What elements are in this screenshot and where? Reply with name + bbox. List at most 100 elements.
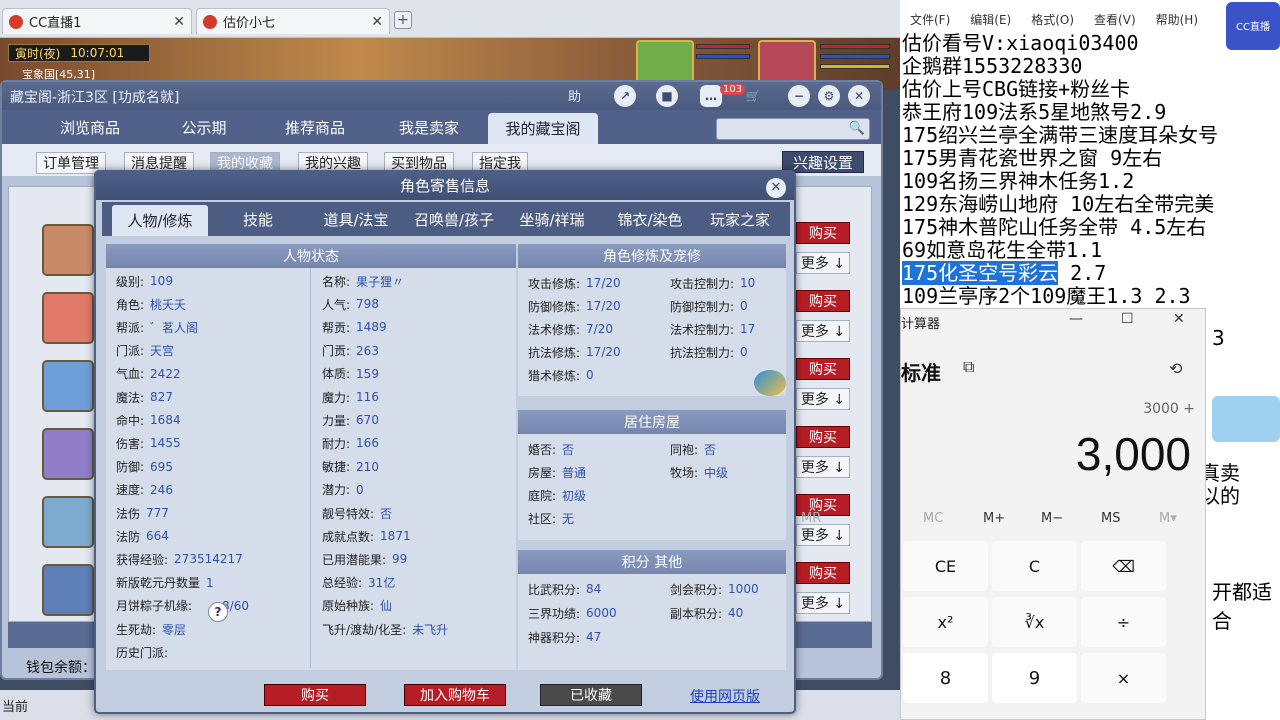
memory-subtract-button[interactable]: M− (1041, 511, 1063, 526)
tab-pets[interactable]: 召唤兽/孩子 (406, 202, 502, 236)
notepad-line: 109兰亭序2个109魔王1.3 2.3 (902, 284, 1191, 308)
memory-recall-button[interactable]: MR (801, 511, 821, 526)
dialog-close-icon[interactable]: ✕ (766, 178, 786, 198)
stop-icon[interactable]: ■ (656, 85, 678, 107)
section-row: 法术控制力: 17 (670, 318, 755, 340)
house-heading: 居住房屋 (518, 410, 786, 434)
memory-add-button[interactable]: M+ (983, 511, 1005, 526)
cube-root-button[interactable]: ∛x (992, 597, 1077, 647)
tab-skills[interactable]: 技能 (210, 202, 306, 236)
status-value: ゛茗人阁 (150, 320, 199, 335)
clear-button[interactable]: C (992, 541, 1077, 591)
multiply-button[interactable]: × (1081, 653, 1166, 703)
tab-label: CC直播1 (29, 16, 82, 31)
digit-9-button[interactable]: 9 (992, 653, 1077, 703)
list-buy-button[interactable]: 购买 (796, 426, 850, 448)
help-icon[interactable]: ? (208, 602, 228, 622)
row-value: 7/20 (586, 322, 613, 336)
list-more-button[interactable]: 更多 ↓ (796, 252, 850, 274)
row-key: 法术修炼: (528, 322, 581, 337)
list-buy-button[interactable]: 购买 (796, 562, 850, 584)
memory-clear-button[interactable]: MC (923, 511, 943, 526)
status-row: 月饼粽子机缘: 8/60 (116, 595, 249, 617)
list-more-button[interactable]: 更多 ↓ (796, 388, 850, 410)
menu-help[interactable]: 帮助(H) (1156, 11, 1198, 34)
status-row: 速度: 246 (116, 479, 173, 501)
search-icon[interactable]: 🔍 (849, 121, 865, 136)
use-web-version-link[interactable]: 使用网页版 (690, 686, 760, 706)
status-value: 99 (392, 552, 408, 567)
role-avatar[interactable] (42, 496, 94, 548)
settings-icon[interactable]: ⚙ (818, 85, 840, 107)
status-value: 1871 (380, 529, 411, 544)
status-value: 1 (206, 575, 214, 590)
close-icon[interactable]: ✕ (848, 85, 870, 107)
status-row: 总经验: 31亿 (322, 572, 395, 594)
tab-outfits[interactable]: 锦衣/染色 (602, 202, 698, 236)
nav-browse[interactable]: 浏览商品 (32, 110, 148, 144)
notepad-line: 估价看号V:xiaoqi03400 (902, 31, 1139, 55)
status-key: 生死劫: (116, 622, 157, 637)
nav-my-pavilion[interactable]: 我的藏宝阁 (488, 113, 598, 144)
row-key: 神器积分: (528, 630, 581, 645)
search-input[interactable]: 🔍 (716, 118, 870, 140)
tab-mounts[interactable]: 坐骑/祥瑞 (504, 202, 600, 236)
nav-publicity[interactable]: 公示期 (150, 110, 258, 144)
notepad-line-highlighted: 175化圣空号彩云 2.7 (902, 261, 1280, 285)
digit-8-button[interactable]: 8 (903, 653, 988, 703)
maximize-icon[interactable]: ☐ (1121, 311, 1134, 327)
close-tab-icon[interactable]: ✕ (371, 14, 383, 30)
taskbar-current[interactable]: 当前 (2, 696, 28, 715)
status-value: 273514217 (174, 552, 243, 567)
selected-text: 175化圣空号彩云 (902, 261, 1059, 285)
clear-entry-button[interactable]: CE (903, 541, 988, 591)
help-button[interactable]: 助 (568, 86, 581, 105)
minimize-icon[interactable]: — (1069, 311, 1083, 327)
nav-recommended[interactable]: 推荐商品 (260, 110, 370, 144)
buy-button[interactable]: 购买 (264, 684, 366, 706)
divide-button[interactable]: ÷ (1081, 597, 1166, 647)
role-avatar[interactable] (42, 292, 94, 344)
list-more-button[interactable]: 更多 ↓ (796, 592, 850, 614)
status-value: 263 (356, 343, 379, 358)
role-avatar[interactable] (42, 564, 94, 616)
browser-tab-appraisal[interactable]: 估价小七 ✕ (196, 8, 390, 34)
keep-on-top-icon[interactable]: ⧉ (963, 357, 974, 377)
tab-character[interactable]: 人物/修炼 (112, 205, 208, 236)
cart-icon[interactable]: 🛒 (742, 85, 764, 107)
list-buy-button[interactable]: 购买 (796, 358, 850, 380)
minimize-icon[interactable]: − (788, 85, 810, 107)
close-icon[interactable]: ✕ (1173, 311, 1185, 327)
new-tab-button[interactable]: + (394, 11, 412, 29)
nav-seller[interactable]: 我是卖家 (372, 110, 486, 144)
close-tab-icon[interactable]: ✕ (173, 14, 185, 30)
list-more-button[interactable]: 更多 ↓ (796, 524, 850, 546)
backspace-icon[interactable]: ⌫ (1081, 541, 1166, 591)
list-more-button[interactable]: 更多 ↓ (796, 320, 850, 342)
tab-home[interactable]: 玩家之家 (692, 202, 788, 236)
status-key: 原始种族: (322, 599, 375, 614)
list-buy-button[interactable]: 购买 (796, 222, 850, 244)
status-row: 伤害: 1455 (116, 432, 181, 454)
memory-list-button[interactable]: M▾ (1159, 511, 1177, 526)
interest-settings-button[interactable]: 兴趣设置 (782, 151, 865, 173)
share-icon[interactable]: ↗ (614, 85, 636, 107)
role-avatar[interactable] (42, 360, 94, 412)
square-button[interactable]: x² (903, 597, 988, 647)
list-buy-button[interactable]: 购买 (796, 290, 850, 312)
add-to-cart-button[interactable]: 加入购物车 (404, 684, 506, 706)
row-value: 40 (728, 606, 744, 620)
status-row: 法防 664 (116, 525, 169, 547)
history-icon[interactable]: ⟲ (1169, 359, 1182, 378)
calculator-mode[interactable]: 标准 (901, 357, 941, 386)
memory-store-button[interactable]: MS (1101, 511, 1120, 526)
list-more-button[interactable]: 更多 ↓ (796, 456, 850, 478)
favorited-button[interactable]: 已收藏 (540, 684, 642, 706)
tab-items[interactable]: 道具/法宝 (308, 202, 404, 236)
status-value: 798 (356, 297, 379, 312)
notepad-text[interactable]: 估价看号V:xiaoqi03400 企鹅群1553228330 估价上号CBG链接+… (902, 32, 1280, 308)
role-avatar[interactable] (42, 224, 94, 276)
message-icon[interactable]: … (700, 85, 722, 107)
browser-tab-cc[interactable]: CC直播1 ✕ (2, 8, 192, 34)
role-avatar[interactable] (42, 428, 94, 480)
